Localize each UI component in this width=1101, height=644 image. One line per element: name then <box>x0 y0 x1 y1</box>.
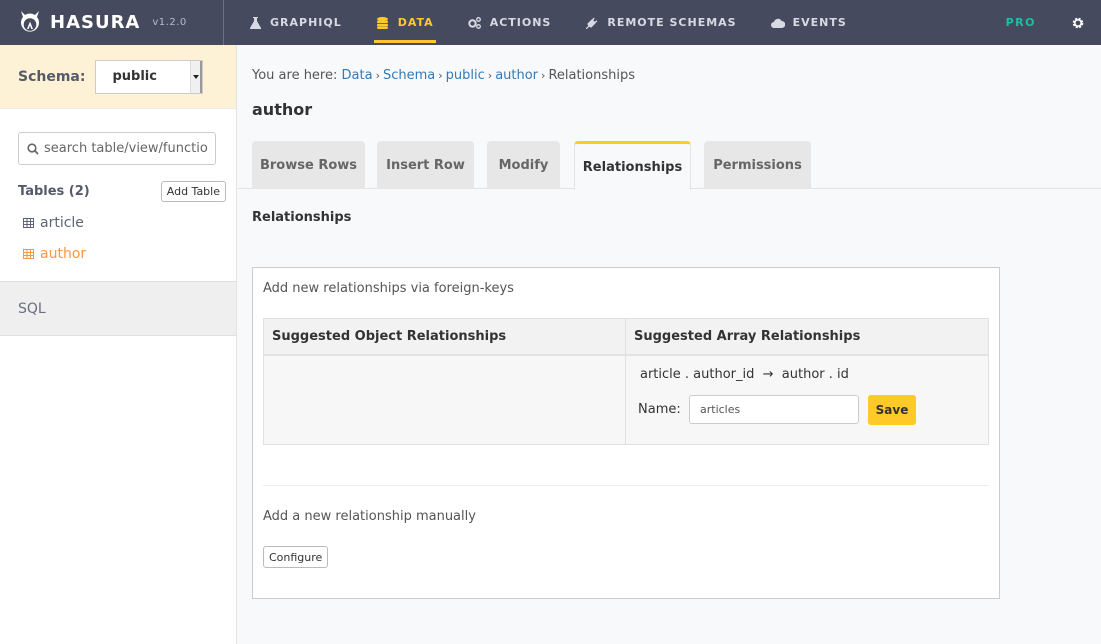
array-relationships-header: Suggested Array Relationships <box>626 319 988 356</box>
top-navbar: HASURA v1.2.0 GRAPHIQL DATA ACTIONS REMO… <box>0 0 1101 45</box>
main-nav: GRAPHIQL DATA ACTIONS REMOTE SCHEMAS EVE… <box>246 0 879 45</box>
array-relationships-column: Suggested Array Relationships article . … <box>626 319 988 444</box>
breadcrumb-schema[interactable]: Schema <box>383 68 435 83</box>
page-title: author <box>252 100 313 119</box>
nav-actions[interactable]: ACTIONS <box>466 0 554 45</box>
pro-link[interactable]: PRO <box>1006 16 1036 29</box>
search-input[interactable] <box>44 141 214 156</box>
sidebar-item-sql[interactable]: SQL <box>0 281 236 336</box>
nav-data[interactable]: DATA <box>373 0 436 45</box>
suggested-relationships-table: Suggested Object Relationships Suggested… <box>263 318 989 445</box>
schema-select[interactable]: public <box>95 59 204 94</box>
tab-label: Modify <box>498 157 549 173</box>
main-content: You are here: Data › Schema › public › author ›… <box>238 45 1101 644</box>
nav-remote-schemas[interactable]: REMOTE SCHEMAS <box>583 0 738 45</box>
breadcrumb-separator: › <box>438 69 443 82</box>
brand[interactable]: HASURA v1.2.0 <box>0 0 224 45</box>
breadcrumb-author[interactable]: author <box>495 68 538 83</box>
nav-graphiql[interactable]: GRAPHIQL <box>246 0 344 45</box>
manual-relationship-text: Add a new relationship manually <box>263 509 476 524</box>
breadcrumb-separator: › <box>487 69 493 82</box>
table-tabs: Browse Rows Insert Row Modify Relationsh… <box>238 141 1101 190</box>
array-relationship-suggestion: article . author_id → author . id Name: … <box>626 356 988 444</box>
nav-events[interactable]: EVENTS <box>769 0 849 45</box>
tab-insert-row[interactable]: Insert Row <box>377 141 474 189</box>
relationships-card: Add new relationships via foreign-keys S… <box>252 267 1000 599</box>
nav-label: GRAPHIQL <box>270 16 342 29</box>
search-icon <box>27 142 39 155</box>
nav-right: PRO <box>1006 0 1101 45</box>
object-relationships-column: Suggested Object Relationships <box>264 319 626 444</box>
relationship-name-input[interactable] <box>689 395 859 424</box>
table-search[interactable] <box>18 132 216 165</box>
breadcrumb-public[interactable]: public <box>446 68 485 83</box>
chevron-down-icon <box>190 60 203 93</box>
tab-label: Relationships <box>582 159 683 175</box>
table-icon <box>23 218 34 228</box>
breadcrumb-data[interactable]: Data <box>342 68 373 83</box>
tab-relationships[interactable]: Relationships <box>574 141 691 190</box>
nav-label: DATA <box>397 16 434 29</box>
tables-header: Tables (2) Add Table <box>18 181 226 202</box>
brand-name: HASURA <box>50 12 141 33</box>
foreign-key-subtitle: Add new relationships via foreign-keys <box>263 281 514 296</box>
tab-label: Permissions <box>713 157 802 173</box>
hasura-logo-icon <box>21 10 39 32</box>
sidebar-table-author[interactable]: author <box>23 246 86 262</box>
breadcrumb: You are here: Data › Schema › public › author ›… <box>252 68 635 83</box>
table-name: article <box>40 215 84 231</box>
tab-label: Insert Row <box>386 157 465 173</box>
cogs-icon <box>468 16 482 30</box>
version-label: v1.2.0 <box>152 17 187 28</box>
breadcrumb-separator: › <box>541 69 546 82</box>
tab-modify[interactable]: Modify <box>487 141 560 189</box>
schema-select-value: public <box>112 69 157 84</box>
configure-button[interactable]: Configure <box>263 546 329 568</box>
schema-selector-bar: Schema: public <box>0 45 236 109</box>
tables-title: Tables (2) <box>18 184 90 199</box>
tab-browse-rows[interactable]: Browse Rows <box>252 141 365 189</box>
divider <box>263 485 989 486</box>
relationship-name-label: Name: <box>638 402 681 417</box>
relationship-mapping: article . author_id → author . id <box>640 367 849 382</box>
cloud-icon <box>770 16 785 30</box>
section-title: Relationships <box>252 210 352 225</box>
object-relationships-body <box>264 356 625 444</box>
nav-label: REMOTE SCHEMAS <box>607 16 737 29</box>
sidebar-table-article[interactable]: article <box>23 215 84 231</box>
tab-permissions[interactable]: Permissions <box>704 141 811 189</box>
add-table-button[interactable]: Add Table <box>160 181 226 202</box>
nav-label: ACTIONS <box>489 16 552 29</box>
flask-icon <box>248 16 262 30</box>
sql-label: SQL <box>18 300 46 317</box>
nav-label: EVENTS <box>792 16 847 29</box>
plug-icon <box>585 16 599 30</box>
save-button[interactable]: Save <box>868 395 916 425</box>
breadcrumb-prefix: You are here: <box>252 68 338 83</box>
schema-label: Schema: <box>18 68 86 85</box>
object-relationships-header: Suggested Object Relationships <box>264 319 625 356</box>
table-name: author <box>40 246 87 262</box>
database-icon <box>376 16 390 30</box>
table-icon <box>23 249 34 259</box>
sidebar: Schema: public Tables (2) Add Table arti… <box>0 45 237 644</box>
tab-label: Browse Rows <box>259 157 358 173</box>
gear-icon[interactable] <box>1071 16 1085 30</box>
breadcrumb-current: Relationships <box>548 68 636 83</box>
breadcrumb-separator: › <box>375 69 380 82</box>
